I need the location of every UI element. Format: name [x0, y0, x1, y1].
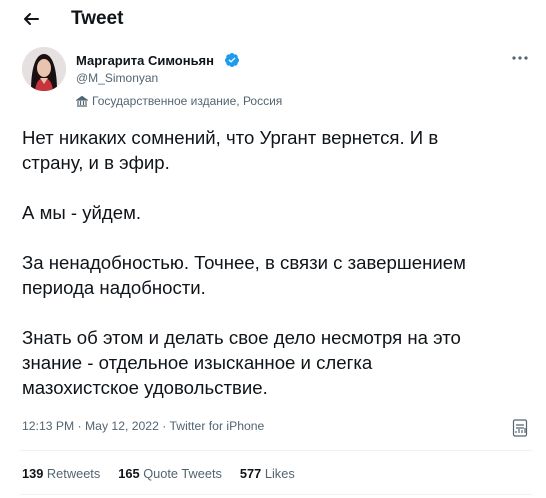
likes-label: Likes [264, 466, 295, 481]
retweets-stat[interactable]: 139 Retweets [22, 466, 100, 482]
state-media-flag-icon [75, 95, 89, 107]
back-arrow-icon[interactable] [18, 6, 44, 32]
tweet-source[interactable]: Twitter for iPhone [170, 419, 265, 433]
tweet-line: страну, и в эфир. [22, 152, 170, 173]
tweet-line: знание - отдельное изысканное и слегка [22, 352, 373, 373]
quote-tweets-stat[interactable]: 165 Quote Tweets [118, 466, 222, 482]
likes-stat[interactable]: 577 Likes [240, 466, 295, 482]
meta-separator: · [74, 419, 86, 433]
meta-separator: · [158, 419, 170, 433]
verified-badge-icon [224, 52, 240, 68]
tweet-line: мазохистское удовольствие. [22, 377, 268, 398]
quote-tweets-label: Quote Tweets [143, 466, 222, 481]
engagement-stats: 139 Retweets 165 Quote Tweets 577 Likes [22, 466, 313, 482]
author-handle[interactable]: @M_Simonyan [76, 71, 158, 85]
tweet-line: Знать об этом и делать свое дело несмотр… [22, 327, 461, 348]
state-media-label-text: Государственное издание, Россия [92, 94, 283, 108]
likes-count: 577 [239, 466, 262, 481]
state-media-label[interactable]: Государственное издание, Россия [75, 93, 283, 109]
tweet-meta: 12:13 PM · May 12, 2022 · Twitter for iP… [22, 418, 264, 434]
retweets-count: 139 [22, 466, 44, 481]
more-options-icon[interactable] [510, 50, 530, 66]
page-title: Tweet [71, 8, 124, 29]
tweet-date[interactable]: May 12, 2022 [85, 419, 159, 433]
retweets-label: Retweets [46, 466, 101, 481]
divider [20, 450, 532, 451]
analytics-icon[interactable] [512, 418, 528, 438]
divider [20, 494, 532, 495]
author-name[interactable]: Маргарита Симоньян [76, 53, 214, 69]
tweet-header: Tweet [0, 0, 546, 38]
tweet-text: Нет никаких сомнений, что Ургант вернетс… [22, 125, 532, 400]
tweet-line: Нет никаких сомнений, что Ургант вернетс… [22, 127, 439, 148]
tweet-line: периода надобности. [22, 277, 206, 298]
tweet-line: А мы - уйдем. [22, 202, 142, 223]
quote-tweets-count: 165 [118, 466, 140, 481]
tweet-time[interactable]: 12:13 PM [22, 419, 74, 433]
avatar[interactable] [22, 47, 66, 91]
tweet-line: За ненадобностью. Точнее, в связи с заве… [22, 252, 466, 273]
